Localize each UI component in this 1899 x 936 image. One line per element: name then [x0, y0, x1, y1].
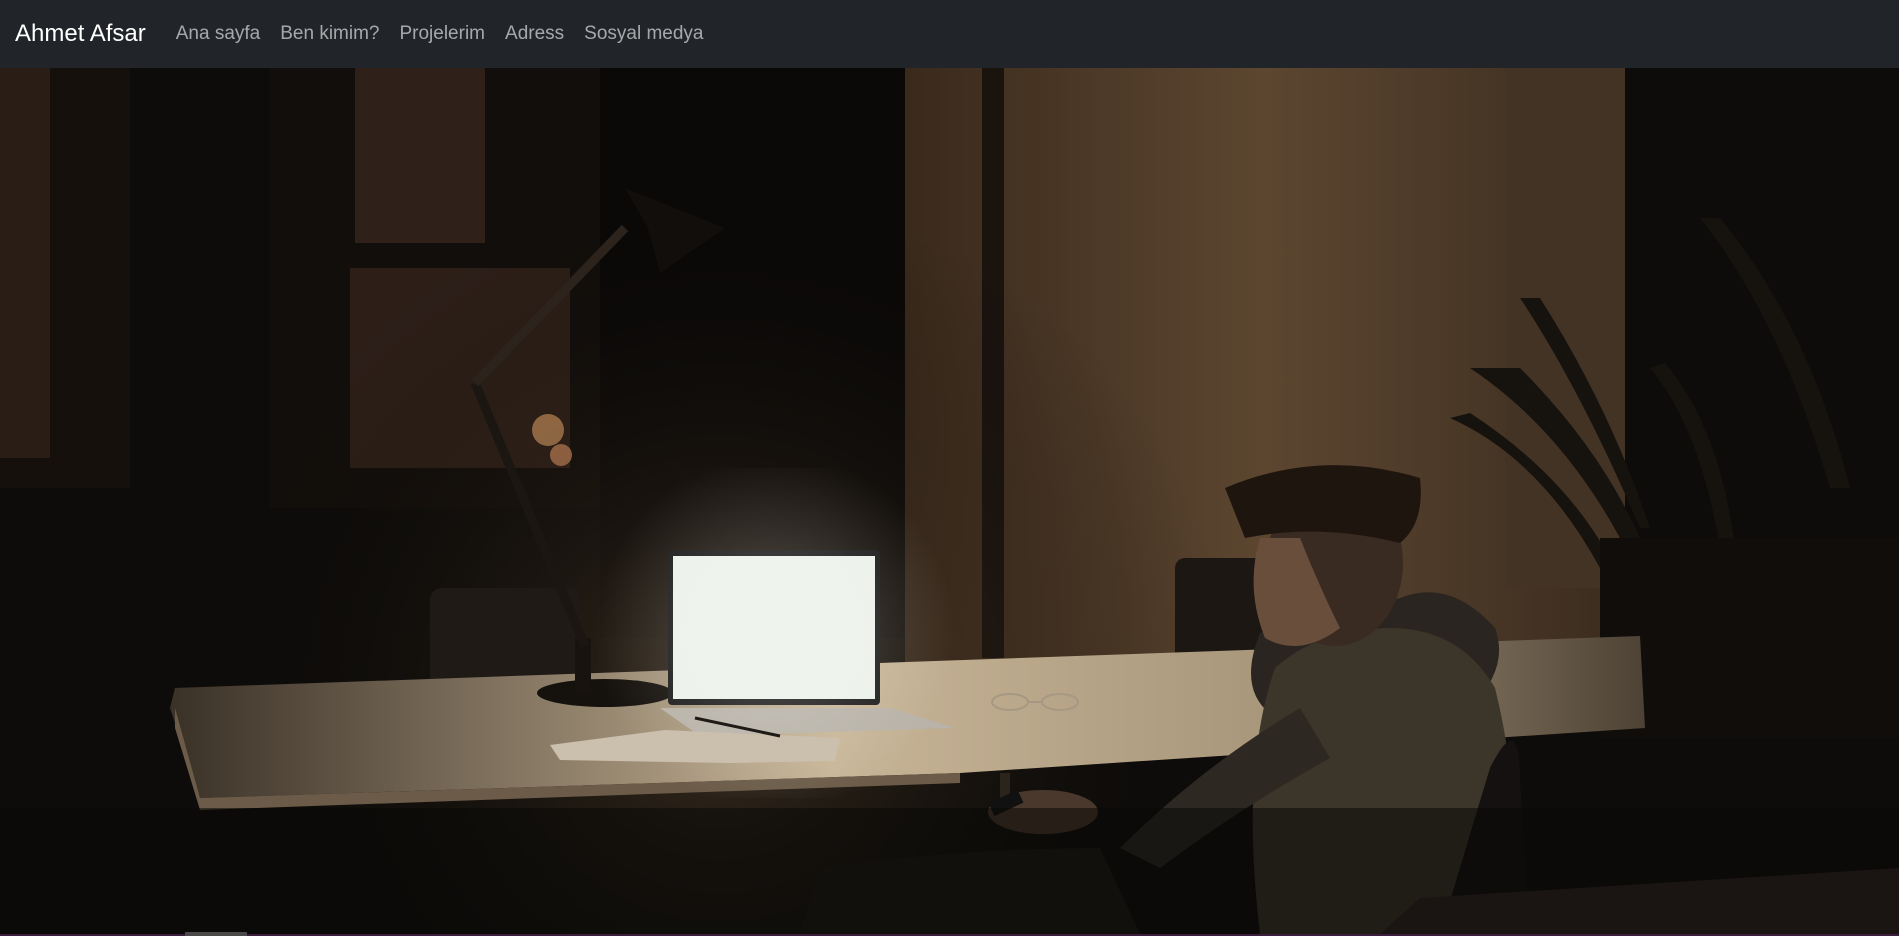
top-navbar: Ahmet Afsar Ana sayfa Ben kimim? Projele… — [0, 0, 1899, 68]
nav-links: Ana sayfa Ben kimim? Projelerim Adress S… — [166, 15, 714, 53]
nav-link-adress[interactable]: Adress — [495, 15, 574, 53]
hero-image — [0, 68, 1899, 934]
scrollbar-thumb[interactable] — [185, 932, 247, 936]
nav-link-ana-sayfa[interactable]: Ana sayfa — [166, 15, 271, 53]
brand-link[interactable]: Ahmet Afsar — [15, 20, 146, 48]
nav-link-projelerim[interactable]: Projelerim — [389, 15, 495, 53]
nav-link-ben-kimim[interactable]: Ben kimim? — [270, 15, 389, 53]
nav-link-sosyal-medya[interactable]: Sosyal medya — [574, 15, 713, 53]
